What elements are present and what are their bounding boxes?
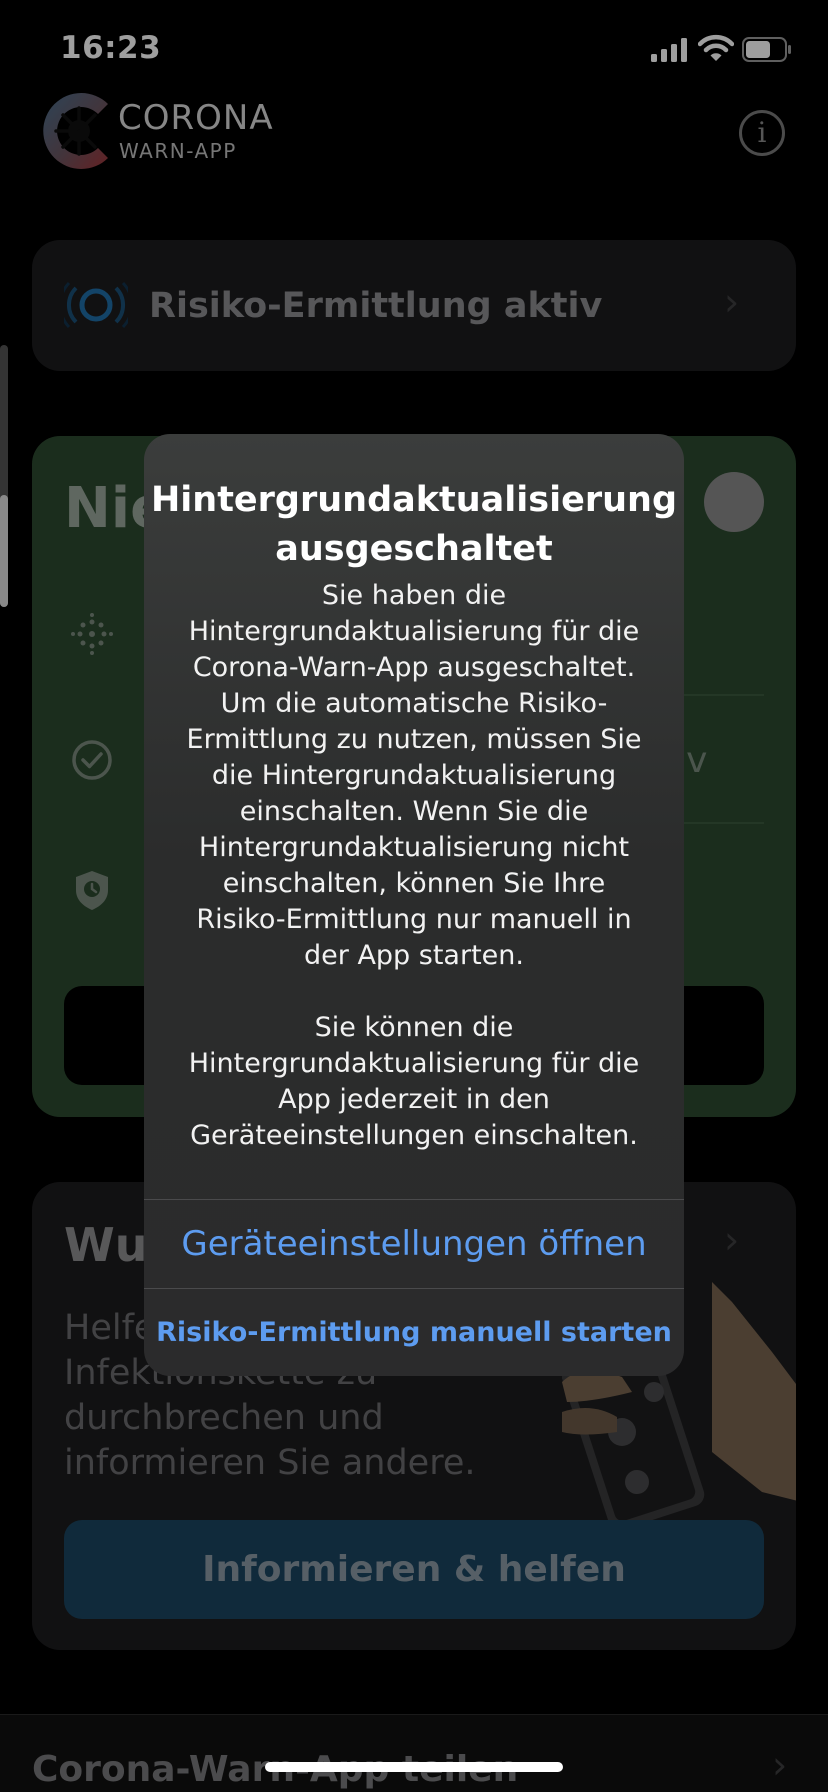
background-refresh-alert: Hintergrundaktualisierung ausgeschaltet … bbox=[144, 434, 684, 1376]
alert-message: Sie haben die Hintergrundaktualisierung … bbox=[186, 580, 642, 1151]
open-device-settings-button[interactable]: Geräteeinstellungen öffnen bbox=[144, 1200, 684, 1288]
start-manual-risk-check-button[interactable]: Risiko-Ermittlung manuell starten bbox=[144, 1290, 684, 1376]
alert-divider bbox=[144, 1288, 684, 1289]
home-indicator[interactable] bbox=[265, 1762, 563, 1772]
alert-title: Hintergrundaktualisierung ausgeschaltet bbox=[150, 480, 677, 569]
